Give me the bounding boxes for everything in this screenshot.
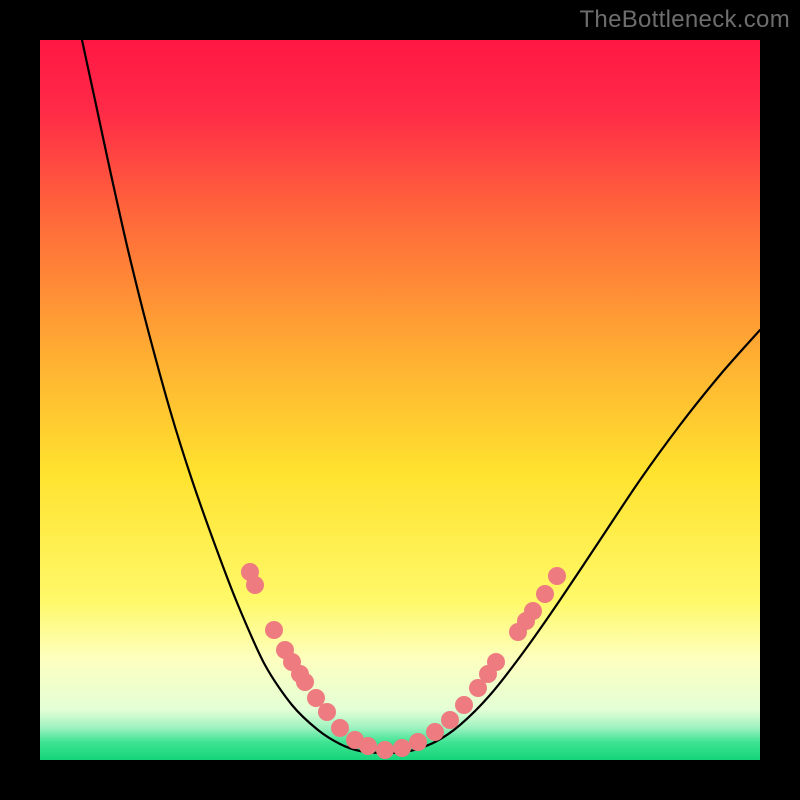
marker-point bbox=[331, 719, 349, 737]
gradient-background bbox=[40, 40, 760, 760]
marker-point bbox=[265, 621, 283, 639]
marker-point bbox=[318, 703, 336, 721]
marker-point bbox=[296, 673, 314, 691]
plot-area bbox=[40, 40, 760, 760]
marker-point bbox=[536, 585, 554, 603]
marker-point bbox=[359, 737, 377, 755]
marker-point bbox=[548, 567, 566, 585]
marker-point bbox=[524, 602, 542, 620]
marker-point bbox=[307, 689, 325, 707]
marker-point bbox=[426, 723, 444, 741]
marker-point bbox=[246, 576, 264, 594]
chart-svg bbox=[40, 40, 760, 760]
marker-point bbox=[376, 741, 394, 759]
marker-point bbox=[393, 739, 411, 757]
marker-point bbox=[455, 696, 473, 714]
marker-point bbox=[441, 711, 459, 729]
chart-frame: TheBottleneck.com bbox=[0, 0, 800, 800]
watermark-text: TheBottleneck.com bbox=[579, 6, 790, 34]
marker-point bbox=[409, 733, 427, 751]
marker-point bbox=[487, 653, 505, 671]
